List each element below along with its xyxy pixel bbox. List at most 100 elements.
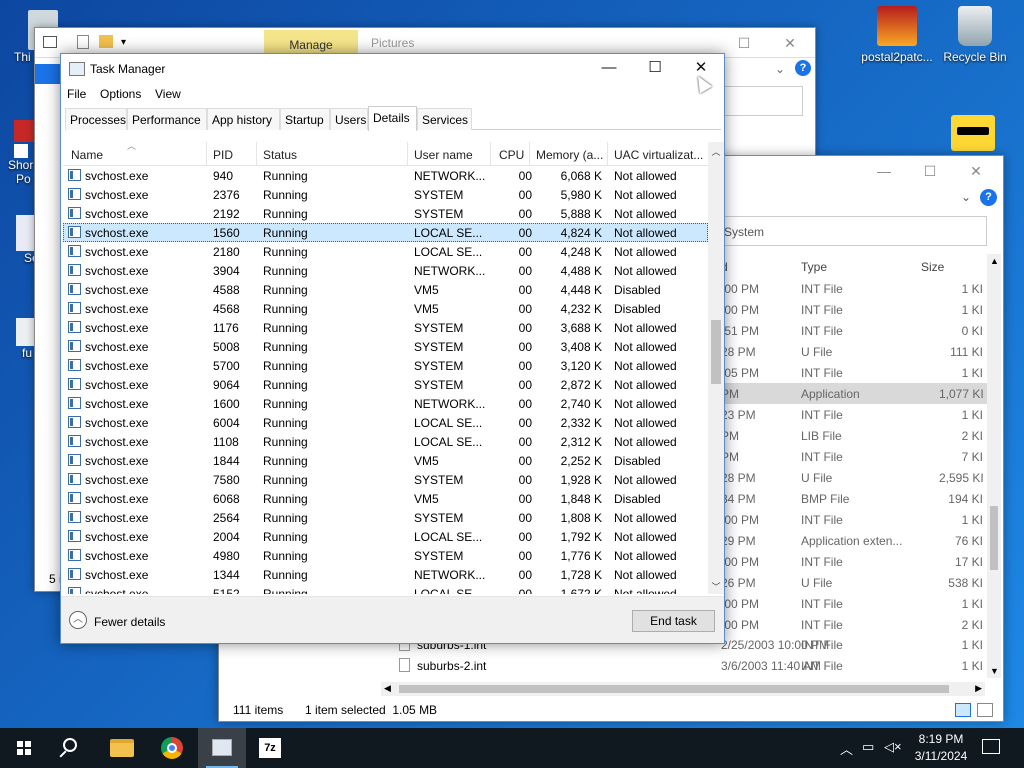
volume-muted-icon[interactable]: ◁× [884, 739, 902, 755]
minimize-button[interactable]: — [861, 156, 907, 186]
maximize-button[interactable]: ☐ [632, 54, 678, 84]
menu-view[interactable]: View [155, 87, 181, 101]
search-box[interactable] [715, 86, 803, 116]
end-task-button[interactable]: End task [632, 610, 715, 632]
file-icon [399, 658, 410, 672]
column-cpu[interactable]: CPU [491, 142, 530, 166]
table-row[interactable]: svchost.exe 5008 Running SYSTEM 00 3,408 K Not… [63, 337, 708, 356]
chevron-up-icon[interactable]: ︿ [69, 611, 87, 629]
large-icons-view-icon[interactable] [977, 703, 993, 717]
chrome-button[interactable] [148, 728, 196, 768]
table-row[interactable]: svchost.exe 2004 Running LOCAL SE... 00 1,792… [63, 527, 708, 546]
tab-processes[interactable]: Processes [65, 108, 127, 130]
close-button[interactable]: ✕ [767, 28, 813, 58]
menu-options[interactable]: Options [100, 87, 141, 101]
file-tab-strip[interactable] [35, 64, 61, 84]
table-row[interactable]: svchost.exe 5700 Running SYSTEM 00 3,120 K Not… [63, 356, 708, 375]
tab-services[interactable]: Services [417, 108, 472, 130]
notification-icon[interactable] [982, 739, 1000, 754]
tab-users[interactable]: Users [330, 108, 368, 130]
desktop-icon-recycle-bin[interactable]: Recycle Bin [936, 6, 1014, 64]
table-row[interactable]: svchost.exe 1600 Running NETWORK... 00 2,740 … [63, 394, 708, 413]
title-bar[interactable]: Task Manager — ☐ ✕ [61, 54, 724, 84]
scroll-left-arrow[interactable]: ◀ [384, 683, 391, 694]
list-item[interactable]: suburbs-2.int 3/6/2003 11:40 AM INT File… [399, 655, 989, 676]
scroll-down-arrow[interactable]: ﹀ [708, 580, 724, 593]
tab-app-history[interactable]: App history [207, 108, 280, 130]
scroll-up-arrow[interactable]: ︿ [708, 145, 724, 158]
file-date: :00 PM [721, 618, 760, 632]
file-size: 1 KI [961, 408, 983, 422]
column-type[interactable]: Type [801, 260, 827, 274]
column-uac-virtualization[interactable]: UAC virtualizat... [608, 142, 708, 166]
search-input[interactable]: System [719, 216, 987, 246]
table-row[interactable]: svchost.exe 2564 Running SYSTEM 00 1,808 K Not… [63, 508, 708, 527]
table-row[interactable]: svchost.exe 1176 Running SYSTEM 00 3,688 K Not… [63, 318, 708, 337]
process-uac: Not allowed [614, 587, 677, 594]
desktop-icon-sunglasses[interactable] [934, 115, 1012, 155]
network-icon[interactable]: ▭ [862, 739, 874, 755]
table-row[interactable]: svchost.exe 6004 Running LOCAL SE... 00 2,332… [63, 413, 708, 432]
table-row[interactable]: svchost.exe 6068 Running VM5 00 1,848 K Disabl… [63, 489, 708, 508]
close-button[interactable]: ✕ [953, 156, 999, 186]
horizontal-scrollbar[interactable]: ◀ ▶ [381, 682, 985, 696]
table-row[interactable]: svchost.exe 940 Running NETWORK... 00 6,068 K… [63, 166, 708, 185]
column-user-name[interactable]: User name [408, 142, 491, 166]
process-memory: 1,776 K [560, 549, 602, 563]
table-row[interactable]: svchost.exe 2192 Running SYSTEM 00 5,888 K Not… [63, 204, 708, 223]
search-button[interactable] [48, 728, 96, 768]
chevron-down-icon[interactable]: ⌄ [961, 190, 971, 204]
new-folder-icon[interactable] [99, 35, 113, 48]
scrollbar-thumb[interactable] [711, 320, 721, 384]
file-explorer-button[interactable] [98, 728, 146, 768]
vertical-scrollbar[interactable]: ▲ ▼ [987, 254, 1001, 678]
menu-file[interactable]: File [67, 87, 86, 101]
help-icon[interactable]: ? [795, 60, 811, 76]
vertical-scrollbar[interactable]: ︿ ﹀ [708, 142, 724, 594]
column-name[interactable]: Name ︿ [63, 142, 207, 166]
table-row[interactable]: svchost.exe 4588 Running VM5 00 4,448 K Disabl… [63, 280, 708, 299]
tab-startup[interactable]: Startup [280, 108, 330, 130]
minimize-button[interactable]: — [586, 54, 632, 84]
table-row[interactable]: svchost.exe 1844 Running VM5 00 2,252 K Disabl… [63, 451, 708, 470]
desktop-icon-postal2patch[interactable]: postal2patc... [858, 6, 936, 64]
scrollbar-thumb[interactable] [399, 685, 949, 693]
table-row[interactable]: svchost.exe 2376 Running SYSTEM 00 5,980 K Not… [63, 185, 708, 204]
start-button[interactable] [0, 728, 48, 768]
tab-details[interactable]: Details [368, 106, 417, 131]
scroll-right-arrow[interactable]: ▶ [975, 683, 982, 694]
table-row[interactable]: svchost.exe 5152 Running LOCAL SE... 00 1,672… [63, 584, 708, 594]
table-row[interactable]: svchost.exe 1108 Running LOCAL SE... 00 2,312… [63, 432, 708, 451]
tab-performance[interactable]: Performance [127, 108, 207, 130]
task-manager-window[interactable]: Task Manager — ☐ ✕ File Options View Pro… [60, 53, 725, 644]
table-row[interactable]: svchost.exe 1560 Running LOCAL SE... 00 4,824… [63, 223, 708, 242]
table-row[interactable]: svchost.exe 4568 Running VM5 00 4,232 K Disabl… [63, 299, 708, 318]
process-user: SYSTEM [414, 321, 464, 335]
column-memory[interactable]: Memory (a... [530, 142, 608, 166]
table-row[interactable]: svchost.exe 7580 Running SYSTEM 00 1,928 K Not… [63, 470, 708, 489]
scroll-up-arrow[interactable]: ▲ [990, 256, 999, 266]
column-size[interactable]: Size [921, 260, 944, 274]
scrollbar-thumb[interactable] [990, 506, 998, 570]
column-status[interactable]: Status [257, 142, 408, 166]
column-pid[interactable]: PID [207, 142, 257, 166]
checkmark-icon[interactable] [77, 35, 89, 49]
table-row[interactable]: svchost.exe 3904 Running NETWORK... 00 4,488 … [63, 261, 708, 280]
table-row[interactable]: svchost.exe 4980 Running SYSTEM 00 1,776 K Not… [63, 546, 708, 565]
maximize-button[interactable]: ☐ [907, 156, 953, 186]
dropdown-arrow-icon[interactable]: ▾ [121, 37, 126, 48]
scroll-down-arrow[interactable]: ▼ [990, 666, 999, 676]
table-row[interactable]: svchost.exe 9064 Running SYSTEM 00 2,872 K Not… [63, 375, 708, 394]
show-hidden-icons-chevron-icon[interactable]: ︿ [840, 739, 853, 758]
chevron-down-icon[interactable]: ⌄ [775, 62, 785, 76]
table-row[interactable]: svchost.exe 2180 Running LOCAL SE... 00 4,248… [63, 242, 708, 261]
properties-icon[interactable] [43, 36, 57, 48]
maximize-button[interactable]: ☐ [721, 28, 767, 58]
fewer-details-link[interactable]: Fewer details [94, 615, 165, 629]
help-icon[interactable]: ? [980, 189, 997, 206]
table-row[interactable]: svchost.exe 1344 Running NETWORK... 00 1,728 … [63, 565, 708, 584]
clock[interactable]: 8:19 PM 3/11/2024 [910, 731, 972, 765]
details-view-icon[interactable] [955, 703, 971, 717]
7zip-button[interactable]: 7z [246, 728, 294, 768]
task-manager-button[interactable] [198, 728, 246, 768]
